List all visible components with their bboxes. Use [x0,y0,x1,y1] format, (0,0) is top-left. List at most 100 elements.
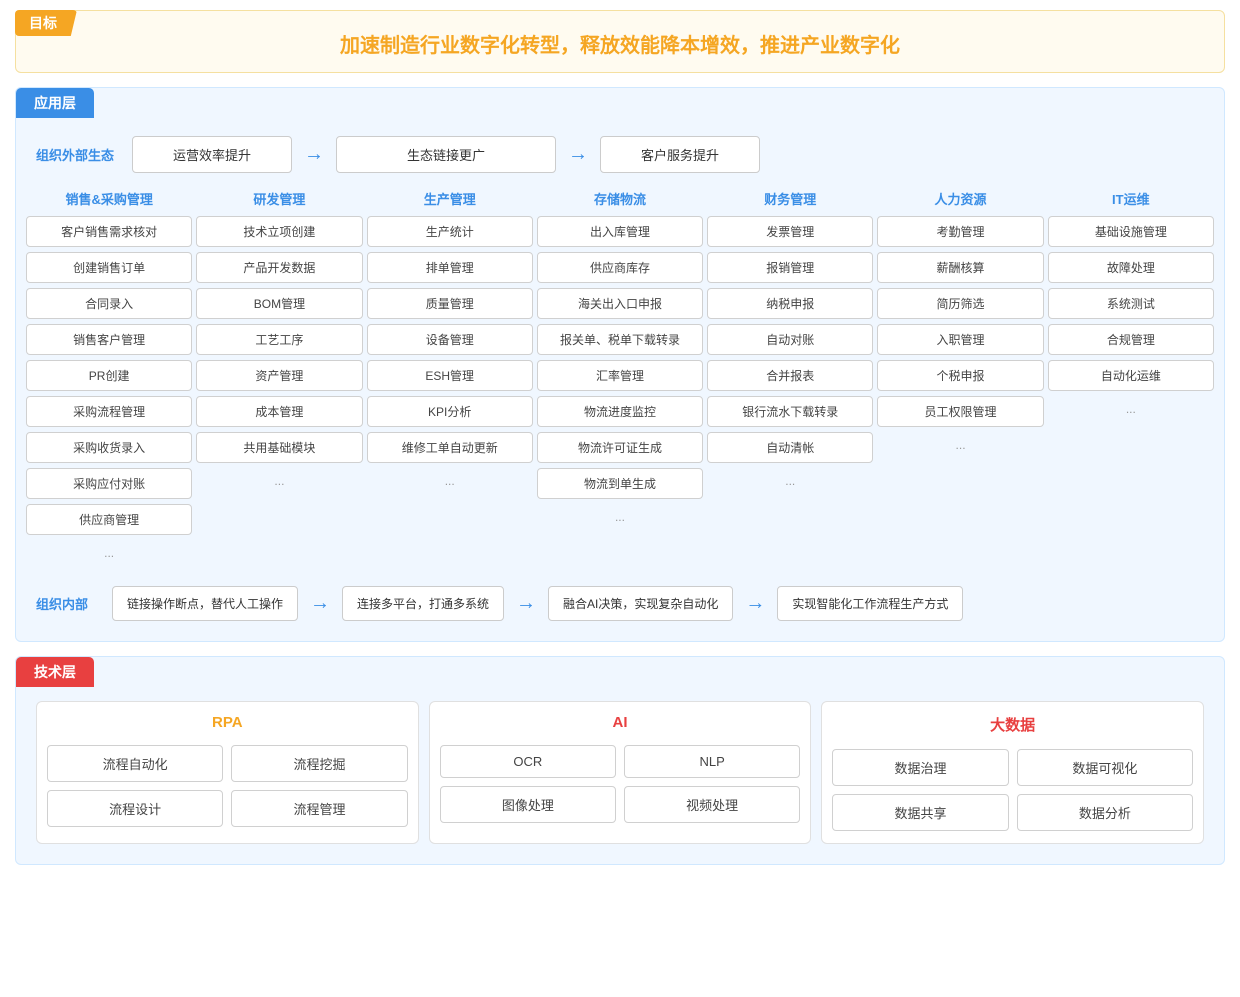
module-item-1-1: 产品开发数据 [196,252,362,283]
module-item-3-5: 物流进度监控 [537,396,703,427]
module-item-3-8: ... [537,504,703,530]
module-item-0-8: 供应商管理 [26,504,192,535]
module-item-4-7: ... [707,468,873,494]
module-item-1-4: 资产管理 [196,360,362,391]
module-items-3: 出入库管理供应商库存海关出入口申报报关单、税单下载转录汇率管理物流进度监控物流许… [537,216,703,530]
module-item-5-4: 个税申报 [877,360,1043,391]
inner-eco-item-2: 融合AI决策，实现复杂自动化 [548,586,733,621]
module-item-2-5: KPI分析 [367,396,533,427]
module-title-2: 生产管理 [424,189,476,208]
module-col-3: 存储物流出入库管理供应商库存海关出入口申报报关单、税单下载转录汇率管理物流进度监… [537,189,703,566]
goal-tag: 目标 [15,10,77,36]
tech-items-grid-1: OCRNLP图像处理视频处理 [440,745,801,823]
tech-item-0-2: 流程设计 [47,790,223,827]
module-item-6-2: 系统测试 [1048,288,1214,319]
inner-eco-item-0: 链接操作断点，替代人工操作 [112,586,298,621]
tech-col-0: RPA流程自动化流程挖掘流程设计流程管理 [36,701,419,844]
module-title-1: 研发管理 [253,189,305,208]
module-item-2-0: 生产统计 [367,216,533,247]
module-col-5: 人力资源考勤管理薪酬核算简历筛选入职管理个税申报员工权限管理... [877,189,1043,566]
module-item-3-2: 海关出入口申报 [537,288,703,319]
module-item-0-3: 销售客户管理 [26,324,192,355]
module-item-4-1: 报销管理 [707,252,873,283]
module-item-5-1: 薪酬核算 [877,252,1043,283]
outer-eco-label: 组织外部生态 [36,145,116,164]
outer-eco-item-2: 客户服务提升 [600,136,760,173]
tech-item-1-3: 视频处理 [624,786,800,823]
module-item-2-7: ... [367,468,533,494]
module-item-5-5: 员工权限管理 [877,396,1043,427]
tech-item-0-1: 流程挖掘 [231,745,407,782]
module-item-3-6: 物流许可证生成 [537,432,703,463]
outer-eco-item-1: 生态链接更广 [336,136,556,173]
module-items-0: 客户销售需求核对创建销售订单合同录入销售客户管理PR创建采购流程管理采购收货录入… [26,216,192,566]
page-wrapper: 目标 加速制造行业数字化转型，释放效能降本增效，推进产业数字化 应用层 组织外部… [0,0,1240,875]
module-item-6-0: 基础设施管理 [1048,216,1214,247]
module-item-5-6: ... [877,432,1043,458]
tech-layer-section: 技术层 RPA流程自动化流程挖掘流程设计流程管理 AI OCRNLP图像处理视频处理… [15,656,1225,865]
module-item-3-7: 物流到单生成 [537,468,703,499]
module-item-0-2: 合同录入 [26,288,192,319]
tech-item-1-1: NLP [624,745,800,778]
module-item-0-0: 客户销售需求核对 [26,216,192,247]
tech-col-title-2: 大数据 [832,714,1193,735]
inner-eco-item-1: 连接多平台，打通多系统 [342,586,504,621]
module-item-0-5: 采购流程管理 [26,396,192,427]
module-item-4-4: 合并报表 [707,360,873,391]
module-item-0-7: 采购应付对账 [26,468,192,499]
module-item-5-2: 简历筛选 [877,288,1043,319]
inner-arrow-icon-0: → [310,592,330,615]
outer-eco-item-0: 运营效率提升 [132,136,292,173]
tech-layer-header: 技术层 [16,657,94,687]
module-item-1-5: 成本管理 [196,396,362,427]
tech-col-2: 大数据数据治理数据可视化数据共享数据分析 [821,701,1204,844]
tech-col-title-1: AI [440,714,801,731]
inner-eco-item-3: 实现智能化工作流程生产方式 [777,586,963,621]
arrow-icon-0: → [304,143,324,166]
module-item-0-6: 采购收货录入 [26,432,192,463]
module-item-1-3: 工艺工序 [196,324,362,355]
goal-section: 目标 加速制造行业数字化转型，释放效能降本增效，推进产业数字化 [15,10,1225,73]
module-item-0-4: PR创建 [26,360,192,391]
module-col-6: IT运维基础设施管理故障处理系统测试合规管理自动化运维... [1048,189,1214,566]
module-item-2-2: 质量管理 [367,288,533,319]
module-items-6: 基础设施管理故障处理系统测试合规管理自动化运维... [1048,216,1214,422]
module-col-0: 销售&采购管理客户销售需求核对创建销售订单合同录入销售客户管理PR创建采购流程管… [26,189,192,566]
tech-item-2-1: 数据可视化 [1017,749,1193,786]
app-layer-section: 应用层 组织外部生态 运营效率提升 → 生态链接更广 → 客户服务提升 销售&采… [15,87,1225,642]
module-item-6-5: ... [1048,396,1214,422]
module-item-1-7: ... [196,468,362,494]
module-item-3-4: 汇率管理 [537,360,703,391]
module-item-1-6: 共用基础模块 [196,432,362,463]
module-item-4-3: 自动对账 [707,324,873,355]
inner-eco-label: 组织内部 [36,594,96,613]
tech-item-0-3: 流程管理 [231,790,407,827]
module-title-6: IT运维 [1112,189,1150,208]
inner-arrow-icon-2: → [745,592,765,615]
tech-item-2-0: 数据治理 [832,749,1008,786]
arrow-icon-1: → [568,143,588,166]
module-item-6-4: 自动化运维 [1048,360,1214,391]
tech-col-1: AI OCRNLP图像处理视频处理 [429,701,812,844]
tech-items-grid-2: 数据治理数据可视化数据共享数据分析 [832,749,1193,831]
module-items-4: 发票管理报销管理纳税申报自动对账合并报表银行流水下载转录自动清帐... [707,216,873,494]
tech-col-title-0: RPA [47,714,408,731]
module-item-5-3: 入职管理 [877,324,1043,355]
module-col-1: 研发管理技术立项创建产品开发数据BOM管理工艺工序资产管理成本管理共用基础模块.… [196,189,362,566]
module-item-4-2: 纳税申报 [707,288,873,319]
module-item-0-9: ... [26,540,192,566]
module-title-4: 财务管理 [764,189,816,208]
tech-item-2-3: 数据分析 [1017,794,1193,831]
module-item-6-1: 故障处理 [1048,252,1214,283]
module-items-1: 技术立项创建产品开发数据BOM管理工艺工序资产管理成本管理共用基础模块... [196,216,362,494]
tech-item-1-0: OCR [440,745,616,778]
module-items-2: 生产统计排单管理质量管理设备管理ESH管理KPI分析维修工单自动更新... [367,216,533,494]
app-layer-header: 应用层 [16,88,94,118]
tech-item-2-2: 数据共享 [832,794,1008,831]
tech-item-1-2: 图像处理 [440,786,616,823]
module-title-0: 销售&采购管理 [65,189,152,208]
module-col-2: 生产管理生产统计排单管理质量管理设备管理ESH管理KPI分析维修工单自动更新..… [367,189,533,566]
goal-text: 加速制造行业数字化转型，释放效能降本增效，推进产业数字化 [36,25,1204,58]
modules-row: 销售&采购管理客户销售需求核对创建销售订单合同录入销售客户管理PR创建采购流程管… [16,189,1224,566]
module-item-2-6: 维修工单自动更新 [367,432,533,463]
